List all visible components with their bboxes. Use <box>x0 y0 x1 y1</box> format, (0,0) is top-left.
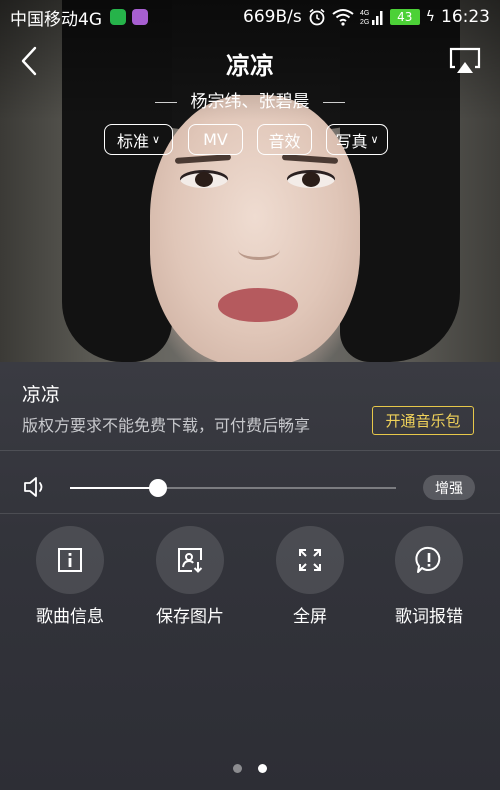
open-music-package-button[interactable]: 开通音乐包 <box>372 406 474 435</box>
chevron-down-icon: ∨ <box>151 133 161 146</box>
volume-boost-button[interactable]: 增强 <box>423 475 475 500</box>
clock: 16:23 <box>441 7 490 27</box>
divider <box>0 450 500 451</box>
gallery-notification-icon <box>132 9 148 25</box>
battery-indicator: 43 <box>389 9 420 25</box>
page-dot[interactable] <box>233 764 243 773</box>
wifi-icon <box>332 9 354 26</box>
report-lyrics-button[interactable]: 歌词报错 <box>374 526 484 627</box>
status-bar: 中国移动4G 669B/s 4G 2G 43 ϟ 16:23 <box>0 0 500 34</box>
song-info-button[interactable]: 歌曲信息 <box>15 526 125 627</box>
artist-line: 杨宗纬、张碧晨 <box>0 87 500 112</box>
mv-button[interactable]: MV <box>188 124 243 155</box>
fullscreen-button[interactable]: 全屏 <box>255 526 365 627</box>
svg-text:4G: 4G <box>360 10 369 17</box>
report-lyrics-icon <box>415 546 441 573</box>
more-options-panel: 凉凉 版权方要求不能免费下载，可付费后畅享 开通音乐包 增强 歌曲信息 保存图片… <box>0 362 500 790</box>
divider <box>0 513 500 514</box>
svg-text:2G: 2G <box>360 19 369 26</box>
save-image-label: 保存图片 <box>156 607 224 627</box>
alarm-icon <box>309 8 325 26</box>
quality-label: 标准 <box>116 131 149 151</box>
page-indicator <box>0 758 500 777</box>
page-dot-active[interactable] <box>257 764 267 773</box>
report-lyrics-label: 歌词报错 <box>395 607 463 627</box>
sound-effect-label: 音效 <box>268 131 301 151</box>
volume-thumb[interactable] <box>149 479 167 497</box>
song-name: 凉凉 <box>22 384 61 406</box>
sound-effect-button[interactable]: 音效 <box>257 124 312 155</box>
song-info-label: 歌曲信息 <box>36 607 104 627</box>
network-speed: 669B/s <box>243 7 302 27</box>
save-image-icon <box>178 548 203 573</box>
song-title: 凉凉 <box>226 52 274 80</box>
save-image-button[interactable]: 保存图片 <box>135 526 245 627</box>
option-chips: 标准 ∨ MV 音效 写真 ∨ <box>0 124 500 156</box>
quality-selector[interactable]: 标准 ∨ <box>104 124 173 155</box>
speaker-icon <box>24 477 43 497</box>
cast-button[interactable] <box>448 46 482 76</box>
photo-selector[interactable]: 写真 ∨ <box>326 124 388 155</box>
carrier-label: 中国移动4G <box>10 9 102 30</box>
volume-fill <box>70 487 158 489</box>
fullscreen-label: 全屏 <box>293 607 327 627</box>
copyright-notice: 版权方要求不能免费下载，可付费后畅享 <box>22 416 311 435</box>
charging-icon: ϟ <box>425 9 435 25</box>
info-icon <box>58 548 82 572</box>
volume-slider[interactable] <box>70 479 396 497</box>
chevron-down-icon: ∨ <box>370 133 379 146</box>
fullscreen-icon <box>299 549 321 571</box>
signal-icon: 4G 2G <box>360 10 383 26</box>
volume-control <box>22 474 48 504</box>
photo-label: 写真 <box>335 131 368 151</box>
airplay-icon <box>449 47 481 73</box>
mv-label: MV <box>203 130 228 149</box>
wechat-notification-icon <box>110 9 126 25</box>
artist-names[interactable]: 杨宗纬、张碧晨 <box>191 92 310 112</box>
